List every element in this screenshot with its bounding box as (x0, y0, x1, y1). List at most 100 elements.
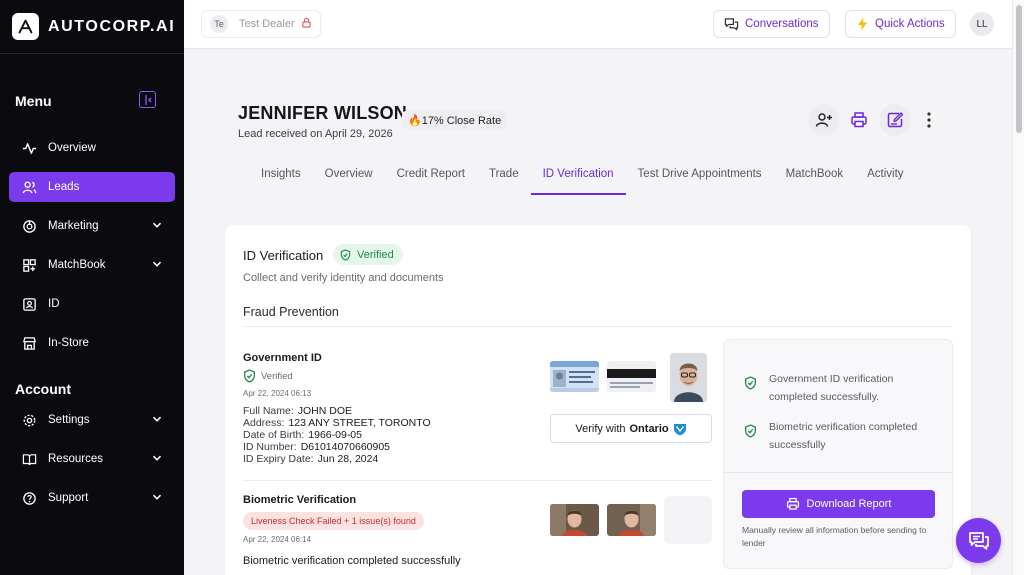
close-rate-badge: 🔥17% Close Rate (402, 111, 508, 129)
quick-actions-label: Quick Actions (875, 18, 945, 30)
id-card-icon (21, 296, 37, 312)
conversations-button[interactable]: Conversations (713, 10, 830, 38)
chevron-down-icon (152, 220, 162, 233)
printer-icon (786, 497, 800, 511)
id-portrait-image[interactable] (670, 353, 707, 402)
sidebar-item-label: MatchBook (48, 259, 106, 271)
sidebar-item-settings[interactable]: Settings (9, 405, 175, 435)
tab-overview[interactable]: Overview (313, 160, 385, 195)
ontario-logo-text: Ontario (629, 422, 669, 435)
dob-field: Date of Birth: 1966-09-05 (243, 429, 362, 441)
scrollbar[interactable] (1012, 0, 1024, 575)
selfie-image-1[interactable] (550, 504, 599, 536)
verify-with-ontario-button[interactable]: Verify with Ontario (550, 414, 712, 443)
book-icon (21, 451, 37, 467)
lock-icon (301, 17, 312, 31)
summary-item: Government ID verification completed suc… (744, 370, 944, 406)
brand-logo-icon (12, 13, 39, 40)
tab-activity[interactable]: Activity (855, 160, 915, 195)
dealer-avatar: Te (210, 15, 228, 33)
print-button[interactable] (843, 104, 875, 136)
chat-icon (724, 17, 739, 32)
sidebar-item-matchbook[interactable]: MatchBook (9, 250, 175, 280)
chevron-down-icon (152, 492, 162, 505)
sidebar-item-label: Marketing (48, 220, 99, 232)
biometric-message: Biometric verification completed success… (243, 555, 461, 567)
conversations-label: Conversations (745, 18, 819, 30)
selfie-image-2[interactable] (607, 504, 656, 536)
dealer-selector[interactable]: Te Test Dealer (201, 10, 321, 38)
sidebar-item-label: Resources (48, 453, 103, 465)
id-expiry-field: ID Expiry Date: Jun 28, 2024 (243, 453, 378, 465)
government-id-status: Verified (243, 369, 293, 383)
summary-item-text: Biometric verification completed success… (769, 421, 918, 451)
id-back-image[interactable] (607, 361, 656, 392)
sidebar-item-label: Leads (48, 181, 80, 193)
tab-test-drive-appointments[interactable]: Test Drive Appointments (626, 160, 774, 195)
add-user-button[interactable] (808, 104, 840, 136)
scrollbar-thumb[interactable] (1016, 5, 1022, 133)
tab-id-verification[interactable]: ID Verification (530, 160, 626, 195)
field-label: ID Number: (243, 441, 297, 453)
full-name-field: Full Name: JOHN DOE (243, 405, 352, 417)
status-badge: Verified (333, 244, 403, 265)
edit-icon (886, 111, 904, 129)
shield-check-icon (340, 248, 351, 261)
card-title: ID Verification (243, 248, 324, 263)
verify-prefix: Verify with (575, 422, 626, 435)
id-number-value: D61014070660905 (300, 441, 391, 453)
id-verification-card: ID Verification Verified Collect and ver… (225, 225, 971, 575)
sidebar-item-label: ID (48, 298, 60, 310)
menu-heading: Menu (15, 93, 52, 109)
id-expiry-value: Jun 28, 2024 (317, 453, 379, 465)
top-bar: Te Test Dealer Conversations Quick Actio… (184, 0, 1012, 49)
sidebar-item-marketing[interactable]: Marketing (9, 211, 175, 241)
printer-icon (850, 111, 868, 129)
marketing-icon (21, 218, 37, 234)
government-id-timestamp: Apr 22, 2024 06:13 (243, 389, 312, 398)
activity-icon (21, 140, 37, 156)
field-label: ID Expiry Date: (243, 453, 314, 465)
lightning-icon (856, 17, 869, 31)
user-avatar[interactable]: LL (970, 12, 994, 36)
sidebar-item-support[interactable]: Support (9, 483, 175, 513)
divider (724, 472, 952, 473)
status-badge-label: Verified (357, 248, 394, 261)
field-label: Address: (243, 417, 285, 429)
chevron-down-icon (152, 259, 162, 272)
sidebar-item-label: In-Store (48, 337, 89, 349)
sidebar-item-resources[interactable]: Resources (9, 444, 175, 474)
download-report-button[interactable]: Download Report (742, 490, 935, 518)
quick-actions-button[interactable]: Quick Actions (845, 10, 956, 38)
tab-insights[interactable]: Insights (249, 160, 313, 195)
more-options-icon[interactable] (926, 111, 932, 132)
full-name-value: JOHN DOE (297, 405, 353, 417)
tab-trade[interactable]: Trade (477, 160, 531, 195)
edit-notes-button[interactable] (879, 104, 911, 136)
sidebar-item-label: Settings (48, 414, 90, 426)
collapse-sidebar-icon[interactable] (139, 91, 156, 108)
tab-matchbook[interactable]: MatchBook (774, 160, 856, 195)
grid-icon (21, 257, 37, 273)
biometric-timestamp: Apr 22, 2024 06:14 (243, 535, 312, 544)
dealer-name: Test Dealer (239, 18, 295, 30)
sidebar: AUTOCORP.AI Menu Overview Leads Marketin… (0, 0, 184, 575)
chat-support-button[interactable] (956, 518, 1001, 563)
verification-summary-panel: Government ID verification completed suc… (723, 339, 953, 569)
shield-check-icon (243, 369, 256, 383)
card-subtitle: Collect and verify identity and document… (243, 272, 444, 284)
sidebar-item-id[interactable]: ID (9, 289, 175, 319)
sidebar-item-label: Support (48, 492, 89, 504)
sidebar-item-overview[interactable]: Overview (9, 133, 175, 163)
biometric-title: Biometric Verification (243, 494, 357, 506)
sidebar-item-leads[interactable]: Leads (9, 172, 175, 202)
liveness-failed-badge: Liveness Check Failed + 1 issue(s) found (243, 512, 424, 530)
id-number-field: ID Number: D61014070660905 (243, 441, 390, 453)
id-front-image[interactable] (550, 361, 599, 392)
tab-credit-report[interactable]: Credit Report (385, 160, 477, 195)
sidebar-item-in-store[interactable]: In-Store (9, 328, 175, 358)
fraud-prevention-heading: Fraud Prevention (243, 305, 339, 319)
shield-check-icon (744, 424, 757, 438)
selfie-placeholder (664, 496, 712, 544)
brand[interactable]: AUTOCORP.AI (0, 0, 184, 54)
